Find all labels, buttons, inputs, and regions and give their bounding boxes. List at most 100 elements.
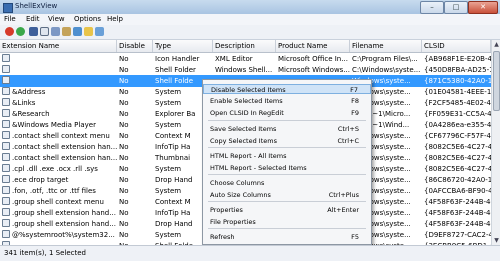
scroll-up-icon[interactable]: ▲ [492,40,500,49]
status-bar: 341 item(s), 1 Selected [0,245,500,261]
cell-extension-name-text: .group shell extension hand... [12,220,116,228]
window-title: ShellExView [15,2,58,10]
find-icon[interactable] [84,27,93,36]
context-menu-item-auto-size-columns[interactable]: Auto Size Columns Ctrl+Plus [203,190,371,200]
extension-icon [2,230,10,238]
cell-clsid-text: {8082C5E6-4C27-48... [424,154,491,162]
menu-item-shortcut: F8 [351,97,359,105]
scroll-thumb[interactable] [493,51,500,111]
menu-item-shortcut: Alt+Enter [327,206,359,214]
column-header-description[interactable]: Description [213,40,276,52]
copy-icon[interactable] [40,27,49,36]
menu-separator [208,120,366,121]
properties-icon[interactable] [62,27,71,36]
refresh-icon[interactable] [73,27,82,36]
context-menu-item-refresh[interactable]: Refresh F5 [203,232,371,242]
menu-view[interactable]: View [48,15,65,23]
extension-icon [2,87,10,95]
about-icon[interactable] [95,27,104,36]
cell-disabled-text: No [119,143,129,151]
cell-product-name-text: Microsoft Office In... [278,55,348,63]
menu-item-label: Choose Columns [210,179,265,187]
context-menu-item-file-properties[interactable]: File Properties [203,217,371,227]
extension-icon [2,131,10,139]
column-header-product-name[interactable]: Product Name [276,40,350,52]
cell-extension-name-text: @%systemroot%\system32... [12,231,115,239]
cell-disabled-text: No [119,165,129,173]
menu-item-shortcut: F7 [350,86,358,94]
cell-clsid-text: {D9EF8727-CAC2-4e... [424,231,491,239]
red-stop-icon[interactable] [5,27,14,36]
menu-separator [208,201,366,202]
cell-extension-name-text: .group shell context menu [12,198,104,206]
context-menu-item-save-selected-items[interactable]: Save Selected Items Ctrl+S [203,124,371,134]
minimize-button[interactable]: – [420,1,444,14]
menu-item-shortcut: F9 [351,109,359,117]
vertical-scrollbar[interactable]: ▲ ▼ [491,40,500,245]
menu-options[interactable]: Options [74,15,101,23]
column-header-extension-name[interactable]: Extension Name [0,40,117,52]
context-menu-item-disable-selected-items[interactable]: Disable Selected Items F7 [203,84,371,94]
cell-extension-name-text: &Windows Media Player [12,121,96,129]
cell-clsid-text: {86C86720-42A0-10... [424,176,491,184]
cell-disabled-text: No [119,187,129,195]
cell-clsid-text: {AB968F1E-E20B-40... [424,55,491,63]
cell-extension-name-text: &Address [12,88,46,96]
cell-extension-name-text: .contact shell extension han... [12,143,117,151]
close-button[interactable]: ✕ [468,1,498,14]
menu-item-shortcut: Ctrl+Plus [328,191,359,199]
context-menu-item-copy-selected-items[interactable]: Copy Selected Items Ctrl+C [203,136,371,146]
column-header-filename[interactable]: Filename [350,40,422,52]
context-menu-item-html-report-selected-items[interactable]: HTML Report - Selected Items [203,163,371,173]
maximize-button[interactable]: □ [444,1,468,14]
context-menu-item-properties[interactable]: Properties Alt+Enter [203,205,371,215]
cell-clsid-text: {0A4286ea-e355-44f... [424,121,491,129]
cell-extension-name-text: .contact shell context menu [12,132,110,140]
scroll-down-icon[interactable]: ▼ [492,236,500,245]
menu-separator [208,174,366,175]
cell-disabled-text: No [119,66,129,74]
green-go-icon[interactable] [16,27,25,36]
cell-clsid-text: {450D8FBA-AD25-11... [424,66,491,74]
cell-extension-name-text: .fon, .otf, .ttc or .ttf files [12,187,96,195]
extension-icon [2,76,10,84]
extension-icon [2,109,10,117]
cell-type-text: System [155,121,182,129]
cell-type-text: Context M [155,198,191,206]
column-header-clsid[interactable]: CLSID [422,40,491,52]
cell-disabled-text: No [119,176,129,184]
extension-icon [2,54,10,62]
cell-disabled-text: No [119,132,129,140]
menu-separator [208,147,366,148]
cell-description-text: Windows Shell... [215,66,273,74]
cell-clsid-text: {871C5380-42A0-10... [424,77,491,85]
menu-help[interactable]: Help [107,15,123,23]
menu-file[interactable]: File [4,15,16,23]
extension-icon [2,98,10,106]
context-menu-item-open-clsid-in-regedit[interactable]: Open CLSID In RegEdit F9 [203,108,371,118]
cell-extension-name-text: &Research [12,110,50,118]
column-header-disabled[interactable]: Disable [117,40,153,52]
column-header-type[interactable]: Type [153,40,213,52]
cell-extension-name-text: .contact shell extension han... [12,154,117,162]
context-menu-item-html-report-all-items[interactable]: HTML Report - All Items [203,151,371,161]
cell-clsid-text: {F2CF5485-4E02-4F0... [424,99,491,107]
save-icon[interactable] [29,27,38,36]
cell-clsid-text: {4F58F63F-244B-4c... [424,198,491,206]
html-report-icon[interactable] [51,27,60,36]
context-menu-item-choose-columns[interactable]: Choose Columns [203,178,371,188]
context-menu-item-enable-selected-items[interactable]: Enable Selected Items F8 [203,96,371,106]
cell-disabled-text: No [119,99,129,107]
menu-item-label: Save Selected Items [210,125,277,133]
menu-item-label: Properties [210,206,243,214]
cell-type-text: Thumbnai [155,154,191,162]
menu-item-label: HTML Report - All Items [210,152,287,160]
cell-disabled-text: No [119,154,129,162]
extension-icon [2,65,10,73]
menu-edit[interactable]: Edit [26,15,40,23]
cell-disabled-text: No [119,121,129,129]
table-header: Extension Name Disable Type Description … [0,40,491,53]
cell-filename-text: C:\Windows\syste... [352,66,421,74]
cell-type-text: Drop Hand [155,220,193,228]
title-bar: ShellExView – □ ✕ [0,0,500,15]
